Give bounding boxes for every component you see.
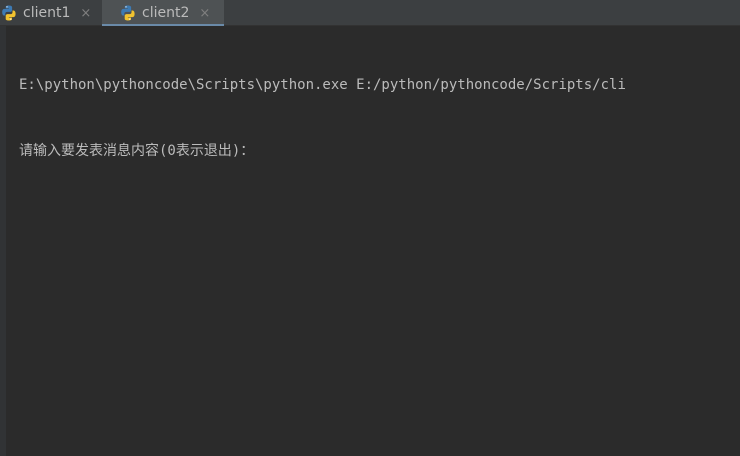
- console-prompt-line: 请输入要发表消息内容(0表示退出)：: [19, 143, 255, 159]
- run-tab-bar: client1 × client2 ×: [0, 0, 740, 27]
- console-output: E:\python\pythoncode\Scripts\python.exe …: [19, 30, 740, 206]
- console-command-line: E:\python\pythoncode\Scripts\python.exe …: [19, 77, 626, 93]
- tab-label: client1: [23, 5, 71, 21]
- python-icon: [119, 4, 137, 22]
- tab-client1[interactable]: client1 ×: [0, 0, 102, 26]
- run-console-window: client1 × client2 × E:\python\pythoncode…: [0, 0, 740, 456]
- close-icon[interactable]: ×: [199, 7, 210, 20]
- tab-label: client2: [142, 5, 190, 21]
- console-output-area[interactable]: E:\python\pythoncode\Scripts\python.exe …: [0, 26, 740, 456]
- close-icon[interactable]: ×: [80, 7, 91, 20]
- python-icon: [0, 4, 18, 22]
- console-gutter: [0, 26, 6, 456]
- tab-client2[interactable]: client2 ×: [102, 0, 224, 27]
